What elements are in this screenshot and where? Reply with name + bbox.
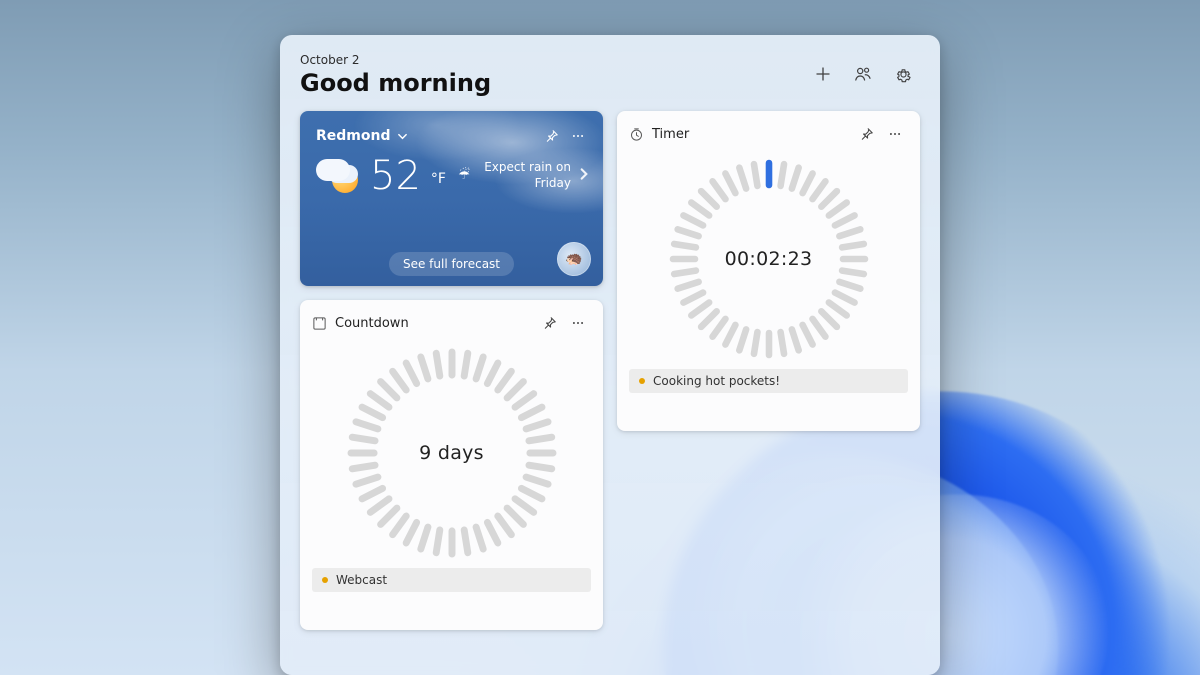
weather-location-dropdown[interactable]: Redmond (316, 128, 408, 144)
see-forecast-button[interactable]: See full forecast (389, 252, 514, 276)
timer-value: 00:02:23 (669, 159, 869, 359)
status-dot-icon (639, 378, 645, 384)
people-icon (854, 65, 872, 83)
pin-icon (545, 129, 559, 143)
header-greeting: Good morning (300, 69, 491, 97)
countdown-dial: 9 days (347, 348, 557, 558)
weather-unit: °F (431, 171, 446, 187)
timer-card: Timer 00:02:23 (617, 111, 920, 431)
weather-location-label: Redmond (316, 128, 391, 144)
add-widget-button[interactable] (806, 57, 840, 91)
weather-card[interactable]: Redmond 52 °F (300, 111, 603, 286)
chevron-right-icon (577, 167, 591, 181)
app-icon (629, 127, 644, 142)
app-icon (312, 316, 327, 331)
more-icon (571, 316, 585, 330)
plus-icon (815, 66, 831, 82)
weather-condition-icon (316, 153, 362, 199)
more-button[interactable] (882, 121, 908, 147)
pin-icon (860, 127, 874, 141)
rain-icon: ☔ (458, 168, 470, 185)
weather-note: Expect rain on Friday (476, 160, 571, 191)
gear-icon (895, 66, 912, 83)
status-dot-icon (322, 577, 328, 583)
pin-button[interactable] (854, 121, 880, 147)
timer-title: Timer (652, 127, 689, 142)
header-date: October 2 (300, 53, 491, 67)
chevron-down-icon (397, 131, 408, 142)
countdown-status-label: Webcast (336, 573, 387, 587)
timer-status: Cooking hot pockets! (629, 369, 908, 393)
settings-button[interactable] (886, 57, 920, 91)
countdown-status: Webcast (312, 568, 591, 592)
timer-dial: 00:02:23 (669, 159, 869, 359)
more-button[interactable] (565, 123, 591, 149)
weather-news-badge[interactable]: 🦔 (557, 242, 591, 276)
weather-temperature: 52 (370, 156, 421, 196)
countdown-card: Countdown 9 days (300, 300, 603, 630)
more-icon (888, 127, 902, 141)
pin-button[interactable] (537, 310, 563, 336)
more-button[interactable] (565, 310, 591, 336)
widgets-panel: October 2 Good morning Redmond (280, 35, 940, 675)
countdown-title: Countdown (335, 316, 409, 331)
more-icon (571, 129, 585, 143)
pin-button[interactable] (539, 123, 565, 149)
account-button[interactable] (846, 57, 880, 91)
timer-status-label: Cooking hot pockets! (653, 374, 780, 388)
countdown-value: 9 days (347, 348, 557, 558)
forecast-next-button[interactable] (577, 164, 591, 187)
pin-icon (543, 316, 557, 330)
panel-header: October 2 Good morning (300, 53, 920, 97)
